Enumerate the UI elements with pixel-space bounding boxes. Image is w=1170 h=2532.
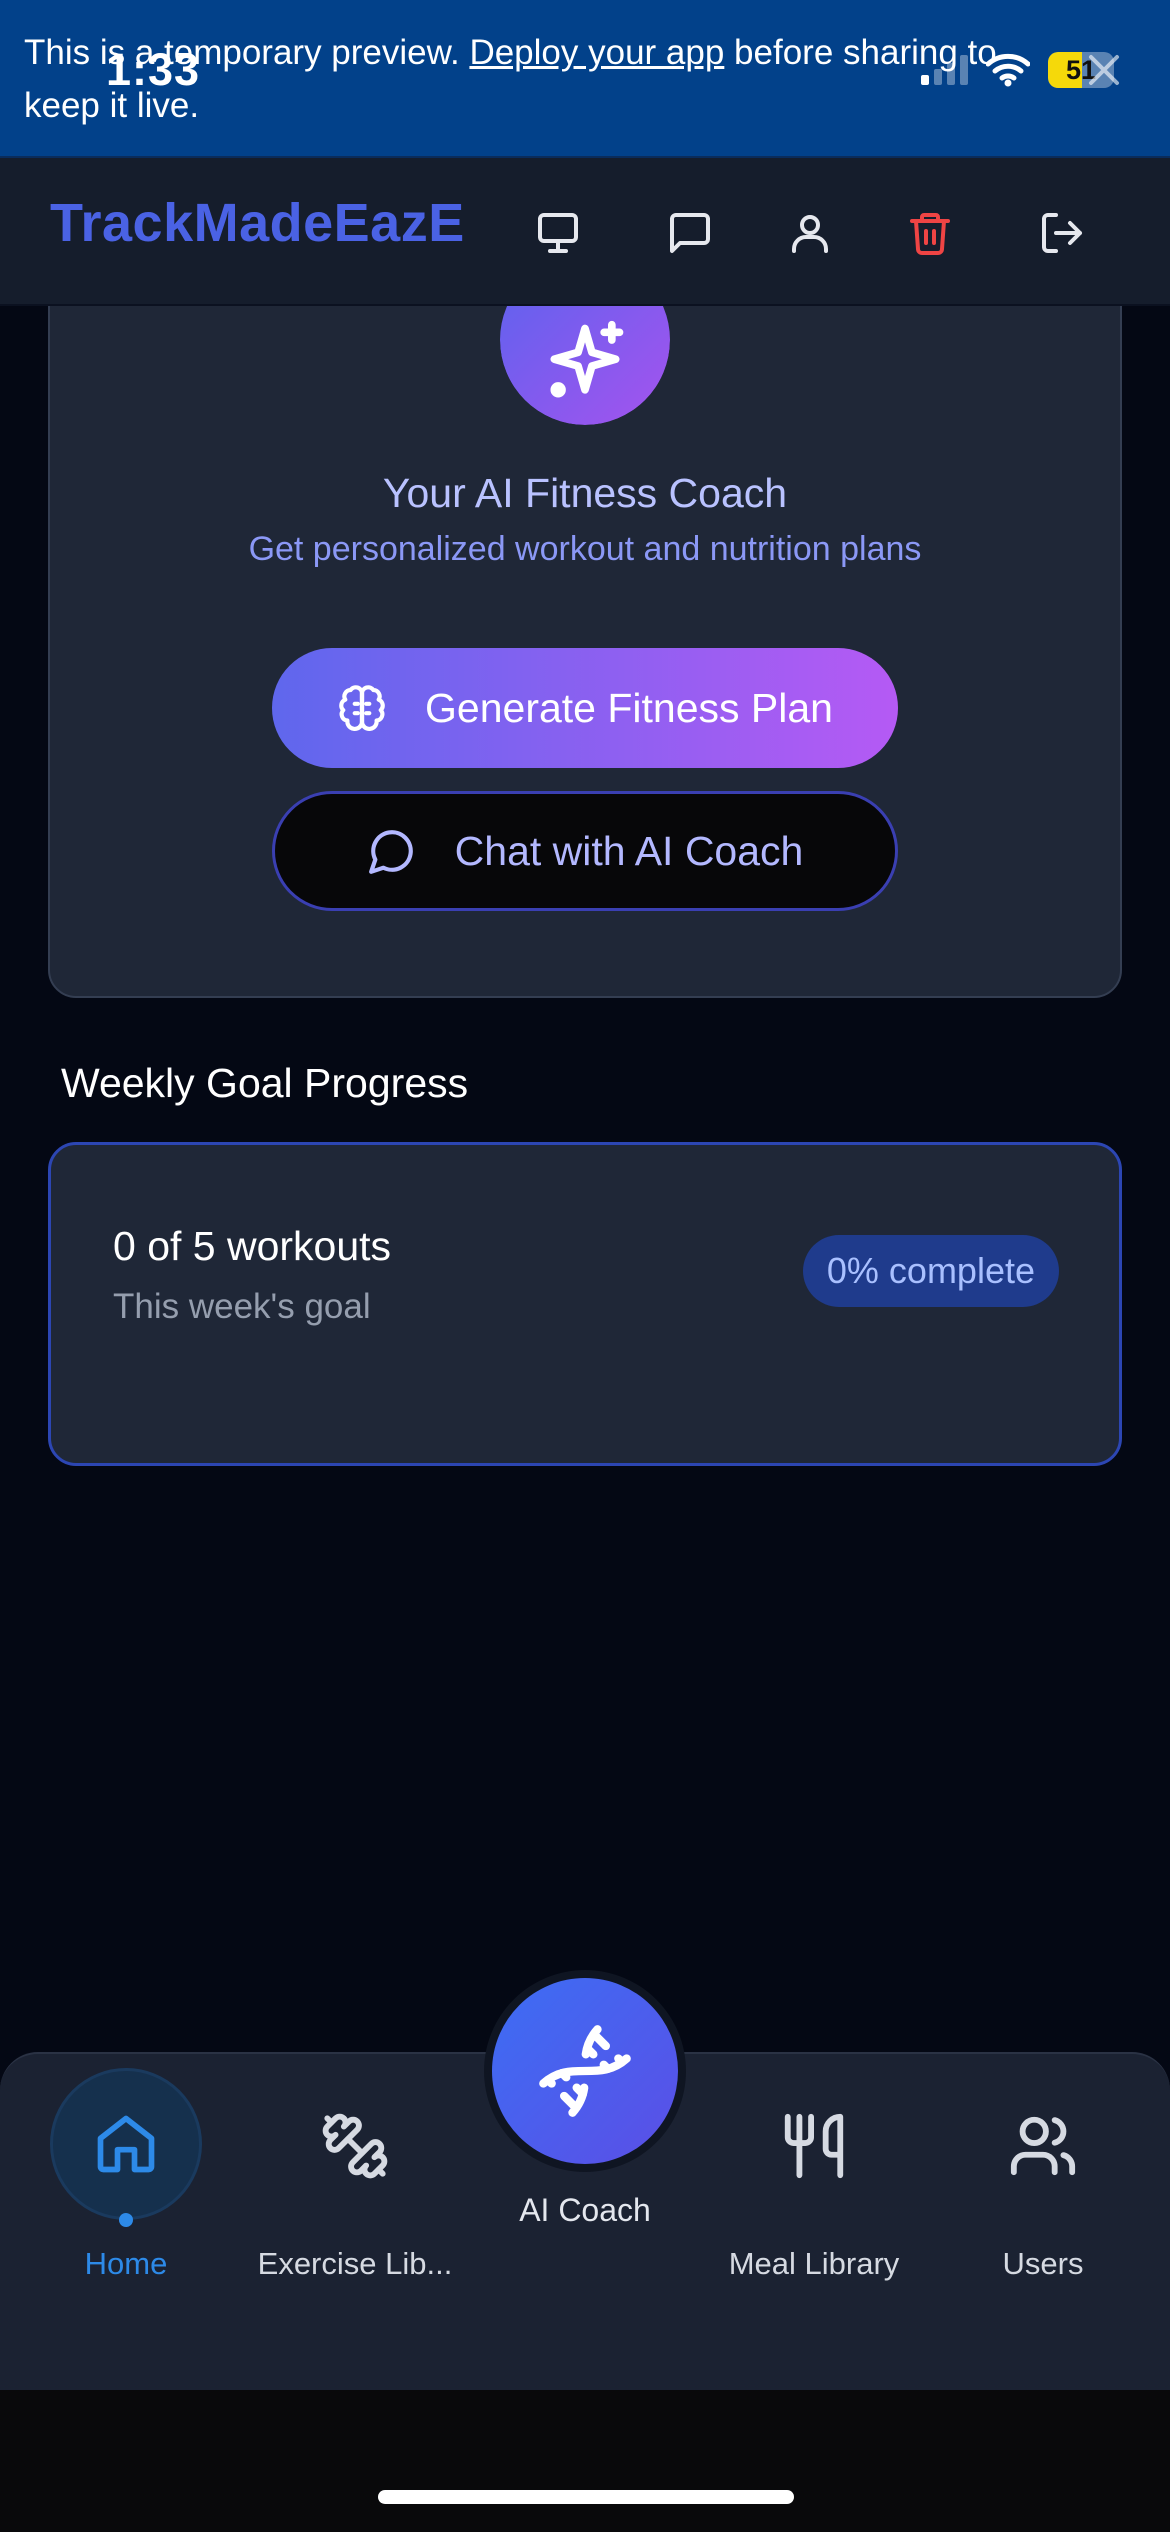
generate-fitness-plan-button[interactable]: Generate Fitness Plan bbox=[272, 648, 898, 768]
nav-ai-coach-label: AI Coach bbox=[519, 2192, 651, 2228]
dna-icon bbox=[539, 2025, 631, 2117]
app-header: TrackMadeEazE bbox=[0, 158, 1170, 306]
nav-home[interactable]: Home bbox=[0, 2054, 252, 2294]
progress-badge: 0% complete bbox=[802, 1235, 1059, 1307]
logout-icon[interactable] bbox=[1027, 198, 1097, 268]
user-icon[interactable] bbox=[775, 198, 845, 268]
generate-fitness-plan-label: Generate Fitness Plan bbox=[425, 684, 833, 731]
nav-meals-label: Meal Library bbox=[728, 2246, 900, 2281]
status-time: 1:33 bbox=[106, 44, 201, 95]
deploy-app-link[interactable]: Deploy your app bbox=[469, 33, 724, 72]
nav-home-label: Home bbox=[84, 2246, 168, 2281]
monitor-icon[interactable] bbox=[523, 198, 593, 268]
nav-users-label: Users bbox=[1002, 2246, 1084, 2281]
workout-count: 0 of 5 workouts bbox=[113, 1223, 392, 1269]
close-icon[interactable] bbox=[1078, 44, 1130, 96]
preview-text-before: This is a temporary preview. bbox=[24, 33, 470, 72]
nav-users[interactable]: Users bbox=[950, 2054, 1136, 2294]
chat-bubble-icon bbox=[368, 830, 413, 874]
utensils-icon bbox=[778, 2110, 850, 2182]
nav-meal-library[interactable]: Meal Library bbox=[692, 2054, 936, 2294]
chat-with-ai-coach-label: Chat with AI Coach bbox=[454, 827, 804, 874]
signal-icon bbox=[921, 55, 968, 85]
coach-title: Your AI Fitness Coach bbox=[382, 470, 788, 516]
nav-exercise-library[interactable]: Exercise Lib... bbox=[230, 2054, 480, 2294]
brain-icon bbox=[339, 685, 385, 731]
sparkles-icon bbox=[550, 320, 624, 398]
message-icon[interactable] bbox=[655, 198, 725, 268]
preview-banner: This is a temporary preview. Deploy your… bbox=[0, 0, 1170, 158]
coach-subtitle: Get personalized workout and nutrition p… bbox=[248, 530, 922, 568]
wifi-icon bbox=[986, 53, 1030, 87]
goal-label: This week's goal bbox=[113, 1287, 371, 1326]
nav-exercise-label: Exercise Lib... bbox=[257, 2246, 453, 2281]
app-logo[interactable]: TrackMadeEazE bbox=[50, 192, 465, 254]
users-icon bbox=[1007, 2110, 1079, 2182]
trash-icon[interactable] bbox=[895, 198, 965, 268]
home-icon bbox=[90, 2108, 162, 2180]
home-indicator-area bbox=[0, 2390, 1170, 2532]
ai-coach-button[interactable] bbox=[492, 1978, 678, 2164]
weekly-goal-card: 0 of 5 workouts This week's goal 0% comp… bbox=[48, 1142, 1122, 1466]
dumbbell-icon bbox=[319, 2110, 391, 2182]
weekly-goal-heading: Weekly Goal Progress bbox=[61, 1060, 469, 1106]
home-indicator[interactable] bbox=[378, 2490, 794, 2504]
chat-with-ai-coach-button[interactable]: Chat with AI Coach bbox=[272, 791, 898, 911]
